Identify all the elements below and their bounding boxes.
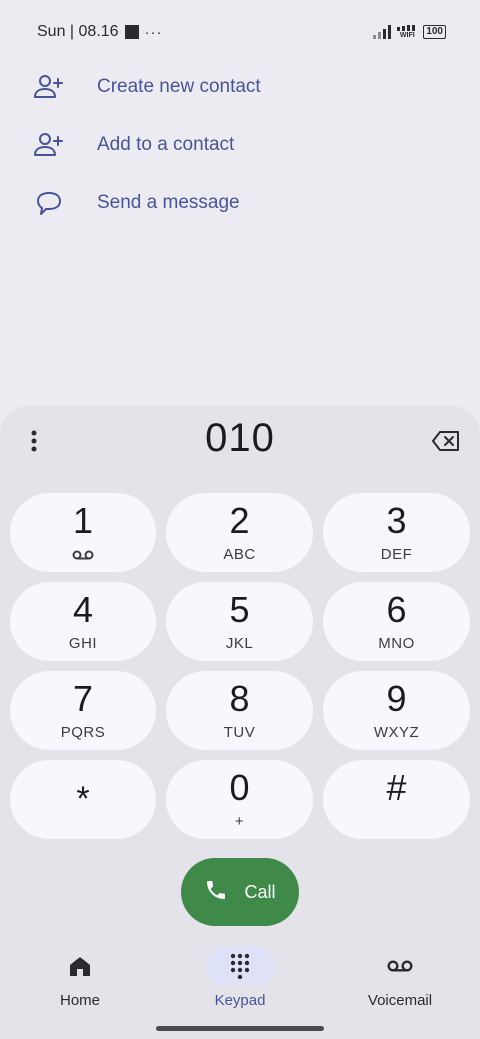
add-person-icon bbox=[34, 130, 64, 160]
dialpad-icon bbox=[230, 953, 250, 979]
key-9[interactable]: 9 WXYZ bbox=[323, 671, 470, 750]
key-digit: 1 bbox=[72, 500, 94, 541]
key-digit: 7 bbox=[72, 678, 94, 719]
key-6[interactable]: 6 MNO bbox=[323, 582, 470, 661]
status-time: Sun | 08.16 bbox=[37, 23, 119, 40]
nav-keypad-icon-container bbox=[206, 946, 274, 986]
send-message-action[interactable]: Send a message bbox=[0, 174, 480, 232]
key-digit: 0 bbox=[229, 767, 250, 808]
phone-icon bbox=[204, 878, 228, 907]
backspace-button[interactable] bbox=[430, 428, 462, 454]
nav-home-icon-container bbox=[46, 946, 114, 986]
send-message-label: Send a message bbox=[97, 192, 240, 213]
backspace-icon bbox=[432, 431, 459, 451]
key-letters: ABC bbox=[223, 546, 256, 563]
battery-icon: 100 bbox=[423, 25, 446, 39]
nav-home[interactable]: Home bbox=[20, 946, 140, 1009]
key-letters: GHI bbox=[68, 635, 98, 652]
create-new-contact-label: Create new contact bbox=[97, 76, 261, 97]
dialed-number[interactable]: 010 bbox=[0, 416, 480, 461]
key-letters: DEF bbox=[380, 546, 413, 563]
key-letters: MNO bbox=[378, 635, 415, 652]
bottom-navigation: Home Keypad Voicemail bbox=[0, 946, 480, 1016]
screen-record-icon bbox=[124, 25, 139, 39]
nav-keypad[interactable]: Keypad bbox=[180, 946, 300, 1009]
key-letters: PQRS bbox=[60, 724, 106, 741]
add-person-icon bbox=[34, 72, 64, 102]
home-icon bbox=[70, 957, 90, 976]
nav-voicemail[interactable]: Voicemail bbox=[340, 946, 460, 1009]
key-4[interactable]: 4 GHI bbox=[10, 582, 156, 661]
key-star[interactable]: * bbox=[10, 760, 156, 839]
nav-voicemail-label: Voicemail bbox=[367, 992, 433, 1009]
call-button[interactable]: Call bbox=[181, 858, 299, 926]
key-0[interactable]: 0 + bbox=[166, 760, 313, 839]
dialer-header: 010 bbox=[0, 406, 480, 476]
wifi-icon: WIFI bbox=[397, 25, 417, 39]
keypad-grid: 1 2 ABC 3 DEF 4 GHI 5 JKL 6 MNO 7 PQRS 8… bbox=[10, 493, 471, 839]
status-right: WIFI 100 bbox=[373, 25, 446, 39]
cell-signal-icon bbox=[373, 25, 392, 39]
key-digit: 2 bbox=[229, 500, 250, 541]
key-letters: JKL bbox=[225, 635, 254, 652]
wifi-label: WIFI bbox=[399, 32, 415, 39]
key-digit: 6 bbox=[386, 589, 407, 630]
home-indicator[interactable] bbox=[156, 1026, 324, 1031]
key-letters: WXYZ bbox=[373, 724, 420, 741]
key-letters: + bbox=[234, 813, 245, 830]
nav-voicemail-icon-container bbox=[366, 946, 434, 986]
status-overflow-indicator: ··· bbox=[144, 23, 163, 41]
add-to-contact-action[interactable]: Add to a contact bbox=[0, 116, 480, 174]
key-digit: 3 bbox=[386, 500, 407, 541]
key-5[interactable]: 5 JKL bbox=[166, 582, 313, 661]
message-bubble-icon bbox=[34, 188, 64, 218]
key-digit: 8 bbox=[229, 678, 250, 719]
voicemail-icon bbox=[72, 547, 94, 565]
key-hash[interactable]: # bbox=[323, 760, 470, 839]
key-digit: 9 bbox=[386, 678, 407, 719]
create-new-contact-action[interactable]: Create new contact bbox=[0, 58, 480, 116]
dialer-panel: 010 1 2 ABC 3 DEF 4 GHI 5 JKL 6 MNO 7 PQ… bbox=[0, 406, 480, 1039]
key-digit: # bbox=[386, 767, 407, 808]
key-2[interactable]: 2 ABC bbox=[166, 493, 313, 572]
contact-actions-list: Create new contact Add to a contact Send… bbox=[0, 58, 480, 232]
voicemail-icon bbox=[387, 960, 413, 972]
key-3[interactable]: 3 DEF bbox=[323, 493, 470, 572]
nav-home-label: Home bbox=[59, 992, 100, 1009]
nav-keypad-label: Keypad bbox=[214, 992, 266, 1009]
key-7[interactable]: 7 PQRS bbox=[10, 671, 156, 750]
key-1[interactable]: 1 bbox=[10, 493, 156, 572]
add-to-contact-label: Add to a contact bbox=[97, 134, 235, 155]
call-label: Call bbox=[244, 881, 276, 902]
key-digit: 5 bbox=[229, 589, 250, 630]
key-digit: * bbox=[76, 780, 90, 818]
key-letters: TUV bbox=[223, 724, 256, 741]
status-left: Sun | 08.16 ··· bbox=[37, 23, 163, 41]
key-digit: 4 bbox=[72, 589, 94, 630]
key-8[interactable]: 8 TUV bbox=[166, 671, 313, 750]
status-bar: Sun | 08.16 ··· WIFI 100 bbox=[0, 0, 480, 64]
